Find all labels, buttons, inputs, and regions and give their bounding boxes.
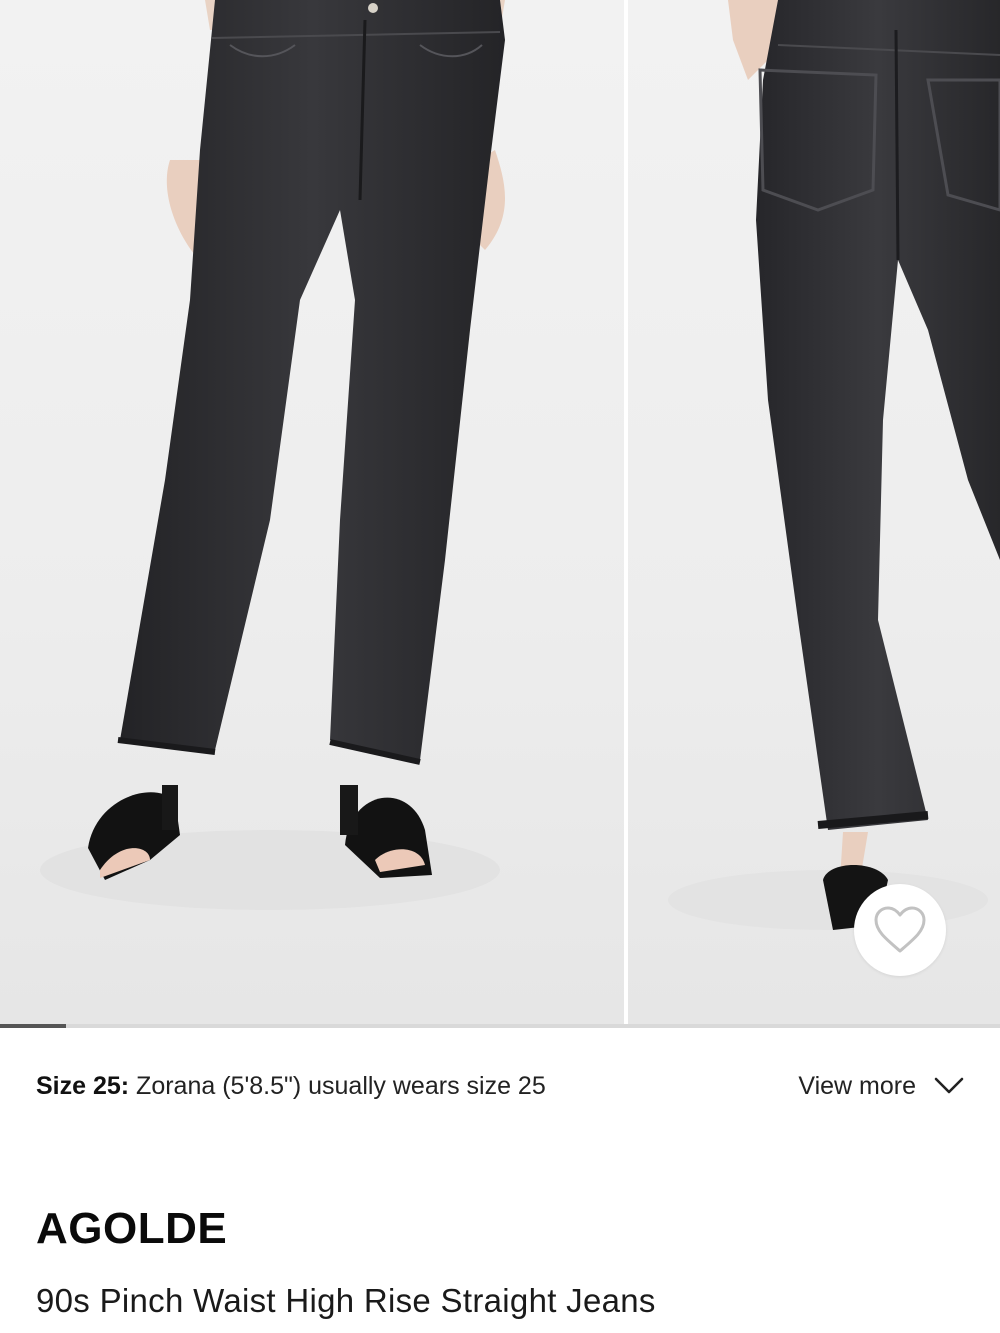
view-more-button[interactable]: View more: [798, 1066, 964, 1106]
favorite-button[interactable]: [854, 884, 946, 976]
heart-outline-icon: [874, 906, 926, 953]
size-info-row: Size 25: Zorana (5'8.5") usually wears s…: [36, 1066, 964, 1106]
chevron-down-icon: [934, 1077, 964, 1094]
gallery-progress-track: [0, 1024, 1000, 1028]
size-text: Zorana (5'8.5") usually wears size 25: [129, 1072, 546, 1100]
product-title: 90s Pinch Waist High Rise Straight Jeans: [36, 1282, 656, 1319]
product-image-gallery[interactable]: [0, 0, 1000, 1028]
model-size-note: Size 25: Zorana (5'8.5") usually wears s…: [36, 1066, 546, 1106]
gallery-progress-fill: [0, 1024, 66, 1028]
view-more-label: View more: [798, 1072, 916, 1100]
size-label: Size 25:: [36, 1072, 130, 1100]
product-photo-front[interactable]: [0, 0, 624, 1024]
front-view-illustration: [40, 0, 505, 910]
product-photo-back[interactable]: [628, 0, 1000, 1024]
brand-name[interactable]: AGOLDE: [36, 1204, 227, 1254]
back-view-illustration: [668, 0, 1000, 930]
